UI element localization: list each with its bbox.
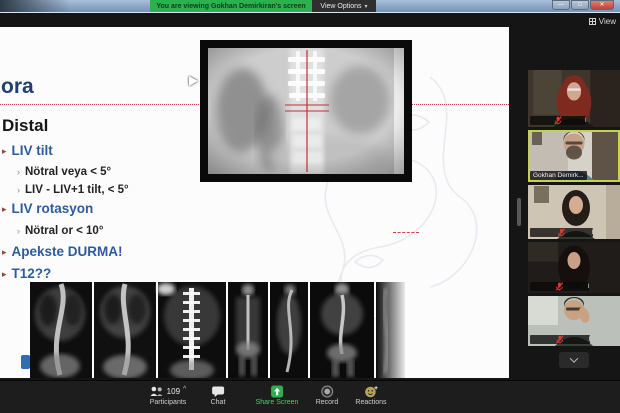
grid-view-icon bbox=[589, 18, 596, 25]
presenter-cursor-icon bbox=[189, 76, 198, 86]
bullet-text: LIV rotasyon bbox=[12, 201, 94, 216]
participant-name: M.Serdar ME... bbox=[589, 336, 590, 343]
reactions-icon bbox=[364, 385, 378, 398]
bullet-item: › LIV - LIV+1 tilt, < 5° bbox=[17, 184, 129, 196]
participant-name: BURCU ŞENOL bbox=[592, 229, 593, 236]
arrow-bullet-icon: ▸ bbox=[2, 247, 7, 258]
chevron-bullet-icon: › bbox=[17, 167, 20, 177]
video-thumbnail-merve[interactable]: Merve KARA... bbox=[528, 242, 620, 293]
view-layout-button[interactable]: View bbox=[574, 15, 616, 28]
participant-name: Merve KARA... bbox=[588, 283, 589, 290]
reactions-label: Reactions bbox=[355, 399, 386, 406]
participants-label: Participants bbox=[150, 399, 187, 406]
chevron-bullet-icon: › bbox=[17, 226, 20, 236]
bullet-item: ▸ LIV tilt bbox=[2, 143, 53, 158]
meeting-toolbar: 109 ^ Participants Chat Share Screen bbox=[0, 380, 620, 413]
chat-icon bbox=[211, 386, 224, 397]
record-button[interactable]: Record bbox=[316, 384, 339, 406]
slide-logo-fragment bbox=[21, 355, 30, 369]
bullet-text: Apekste DURMA! bbox=[12, 244, 123, 259]
chevron-down-icon bbox=[570, 354, 578, 362]
chevron-down-icon: ▾ bbox=[365, 3, 368, 10]
lumbar-xray-image bbox=[200, 40, 412, 182]
record-icon bbox=[320, 385, 333, 398]
screen-share-banner-text: You are viewing Gokhan Demirkiran's scre… bbox=[156, 3, 305, 10]
titlebar-divider bbox=[0, 12, 620, 13]
maximize-button[interactable]: □ bbox=[571, 0, 589, 10]
close-button[interactable]: ✕ bbox=[590, 0, 614, 10]
arrow-bullet-icon: ▸ bbox=[2, 269, 7, 280]
view-button-label: View bbox=[599, 17, 616, 26]
bullet-text: Nötral or < 10° bbox=[25, 225, 103, 237]
participant-name: Gokhan Demirk... bbox=[533, 172, 584, 179]
video-thumbnail-gokhan-active-speaker[interactable]: Gokhan Demirk... bbox=[528, 130, 620, 182]
participant-nametag: BURCU ŞENOL bbox=[530, 228, 593, 237]
share-screen-button[interactable]: Share Screen bbox=[256, 384, 299, 406]
reactions-button[interactable]: Reactions bbox=[355, 384, 386, 406]
bullet-item: › Nötral veya < 5° bbox=[17, 166, 111, 178]
video-thumbnail-serdar[interactable]: M.Serdar ME... bbox=[528, 296, 620, 346]
scoliosis-xray-strip bbox=[30, 282, 405, 378]
muted-mic-icon bbox=[533, 282, 586, 291]
arrow-bullet-icon: ▸ bbox=[2, 204, 7, 215]
participant-nametag: Gokhan Demirk... bbox=[530, 171, 587, 180]
record-label: Record bbox=[316, 399, 339, 406]
bullet-item: ▸ Apekste DURMA! bbox=[2, 244, 123, 259]
view-options-button[interactable]: View Options ▾ bbox=[312, 0, 376, 12]
participants-count: 109 bbox=[167, 387, 180, 396]
video-thumbnail-burcu[interactable]: BURCU ŞENOL bbox=[528, 185, 620, 239]
arrow-bullet-icon: ▸ bbox=[2, 146, 7, 157]
shared-screen-slide: ora Distal ▸ LIV tilt › Nötral veya < 5°… bbox=[0, 27, 509, 378]
muted-mic-icon bbox=[533, 335, 587, 344]
bullet-text: T12?? bbox=[12, 266, 52, 281]
bullet-text: LIV tilt bbox=[12, 143, 53, 158]
participant-name: Elif Dökünlü... bbox=[585, 117, 586, 124]
share-screen-label: Share Screen bbox=[256, 399, 299, 406]
slide-title-fragment: ora bbox=[1, 75, 34, 99]
titlebar-shadow bbox=[0, 0, 70, 12]
participant-nametag: Merve KARA... bbox=[530, 282, 589, 291]
participant-nametag: M.Serdar ME... bbox=[530, 335, 590, 344]
video-thumbnail-elif[interactable]: Elif Dökünlü... bbox=[528, 70, 620, 127]
screen-share-banner: You are viewing Gokhan Demirkiran's scre… bbox=[150, 0, 312, 12]
share-screen-icon bbox=[271, 385, 284, 398]
bullet-text: Nötral veya < 5° bbox=[25, 166, 111, 178]
bullet-item: ▸ T12?? bbox=[2, 266, 51, 281]
bullet-text: LIV - LIV+1 tilt, < 5° bbox=[25, 184, 129, 196]
more-participants-button[interactable] bbox=[559, 352, 589, 368]
zoom-meeting-window: — □ ✕ You are viewing Gokhan Demirkiran'… bbox=[0, 0, 620, 413]
slide-heading: Distal bbox=[2, 116, 48, 136]
chevron-bullet-icon: › bbox=[17, 185, 20, 195]
participants-icon bbox=[150, 386, 164, 396]
red-dashed-annotation bbox=[393, 232, 419, 233]
sidebar-scrollbar[interactable] bbox=[517, 198, 521, 226]
muted-mic-icon bbox=[533, 116, 583, 125]
minimize-button[interactable]: — bbox=[552, 0, 570, 10]
muted-mic-icon bbox=[533, 228, 590, 237]
bullet-item: ▸ LIV rotasyon bbox=[2, 201, 93, 216]
participants-button[interactable]: 109 ^ Participants bbox=[150, 384, 187, 406]
chat-label: Chat bbox=[211, 399, 226, 406]
view-options-label: View Options bbox=[320, 3, 361, 10]
bullet-item: › Nötral or < 10° bbox=[17, 225, 103, 237]
participant-nametag: Elif Dökünlü... bbox=[530, 116, 586, 125]
chat-button[interactable]: Chat bbox=[211, 384, 226, 406]
caret-up-icon[interactable]: ^ bbox=[183, 386, 186, 393]
